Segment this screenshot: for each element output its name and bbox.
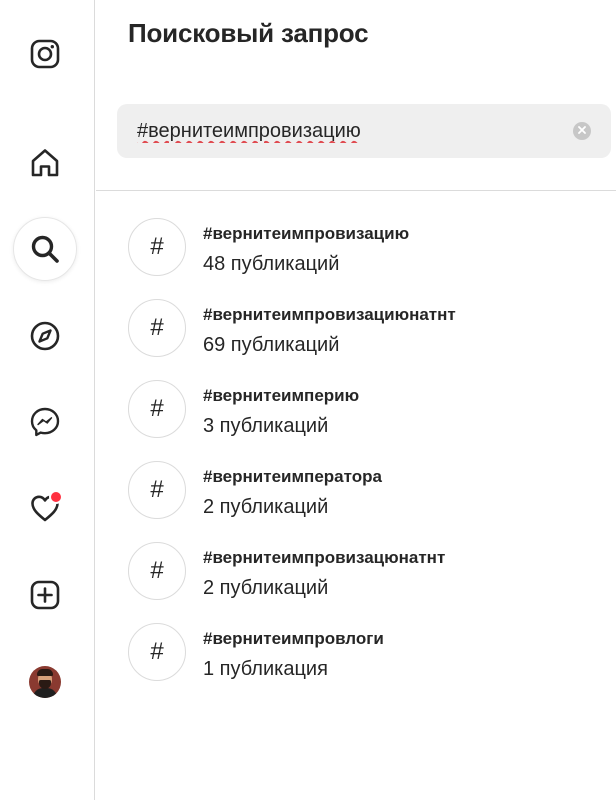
result-post-count: 48 публикаций: [203, 253, 340, 275]
search-result-item[interactable]: # #вернитеимператора 2 публикаций: [96, 453, 616, 534]
result-post-count: 2 публикаций: [203, 496, 329, 518]
result-hashtag: #вернитеимпровизацию: [203, 224, 410, 243]
clear-circle-icon: [577, 122, 587, 140]
sidebar-item-explore[interactable]: [13, 304, 77, 368]
hashtag-icon: #: [128, 461, 186, 519]
search-result-item[interactable]: # #вернитеимпровлоги 1 публикация: [96, 615, 616, 696]
sidebar-item-notifications[interactable]: [13, 476, 77, 540]
plus-square-icon: [29, 579, 61, 611]
sidebar-item-profile[interactable]: [13, 650, 77, 714]
hashtag-icon: #: [128, 542, 186, 600]
sidebar-item-instagram[interactable]: [13, 22, 77, 86]
page-title: Поисковый запрос: [128, 18, 369, 48]
search-result-item[interactable]: # #вернитеимпровизацюнатнт 2 публикаций: [96, 534, 616, 615]
clear-search-button[interactable]: [573, 122, 591, 140]
search-results-list: # #вернитеимпровизацию 48 публикаций # #…: [96, 210, 616, 696]
result-post-count: 2 публикаций: [203, 577, 329, 599]
result-hashtag: #вернитеимперию: [203, 386, 360, 405]
result-hashtag: #вернитеимпровизациюнатнт: [203, 305, 456, 324]
search-result-item[interactable]: # #вернитеимпровизацию 48 публикаций: [96, 210, 616, 291]
notification-badge: [49, 490, 63, 504]
hashtag-icon: #: [128, 299, 186, 357]
result-hashtag: #вернитеимпровлоги: [203, 629, 384, 648]
hashtag-icon: #: [128, 380, 186, 438]
result-post-count: 3 публикаций: [203, 415, 329, 437]
search-panel: Поисковый запрос # #вернитеимпровизацию …: [96, 0, 616, 800]
search-icon: [29, 233, 61, 265]
sidebar-nav: [0, 0, 95, 800]
result-post-count: 69 публикаций: [203, 334, 340, 356]
search-input[interactable]: [137, 104, 557, 158]
divider: [96, 190, 616, 191]
instagram-icon: [30, 39, 60, 69]
messenger-icon: [29, 406, 61, 438]
result-hashtag: #вернитеимператора: [203, 467, 382, 486]
sidebar-item-search[interactable]: [13, 217, 77, 281]
avatar: [29, 666, 61, 698]
hashtag-icon: #: [128, 623, 186, 681]
sidebar-item-home[interactable]: [13, 131, 77, 195]
search-result-item[interactable]: # #вернитеимперию 3 публикаций: [96, 372, 616, 453]
sidebar-item-create[interactable]: [13, 563, 77, 627]
compass-icon: [29, 320, 61, 352]
home-icon: [29, 147, 61, 179]
sidebar-item-messages[interactable]: [13, 390, 77, 454]
app-window: Поисковый запрос # #вернитеимпровизацию …: [0, 0, 616, 800]
result-post-count: 1 публикация: [203, 658, 328, 680]
hashtag-icon: #: [128, 218, 186, 276]
search-result-item[interactable]: # #вернитеимпровизациюнатнт 69 публикаци…: [96, 291, 616, 372]
result-hashtag: #вернитеимпровизацюнатнт: [203, 548, 446, 567]
search-box[interactable]: [117, 104, 611, 158]
